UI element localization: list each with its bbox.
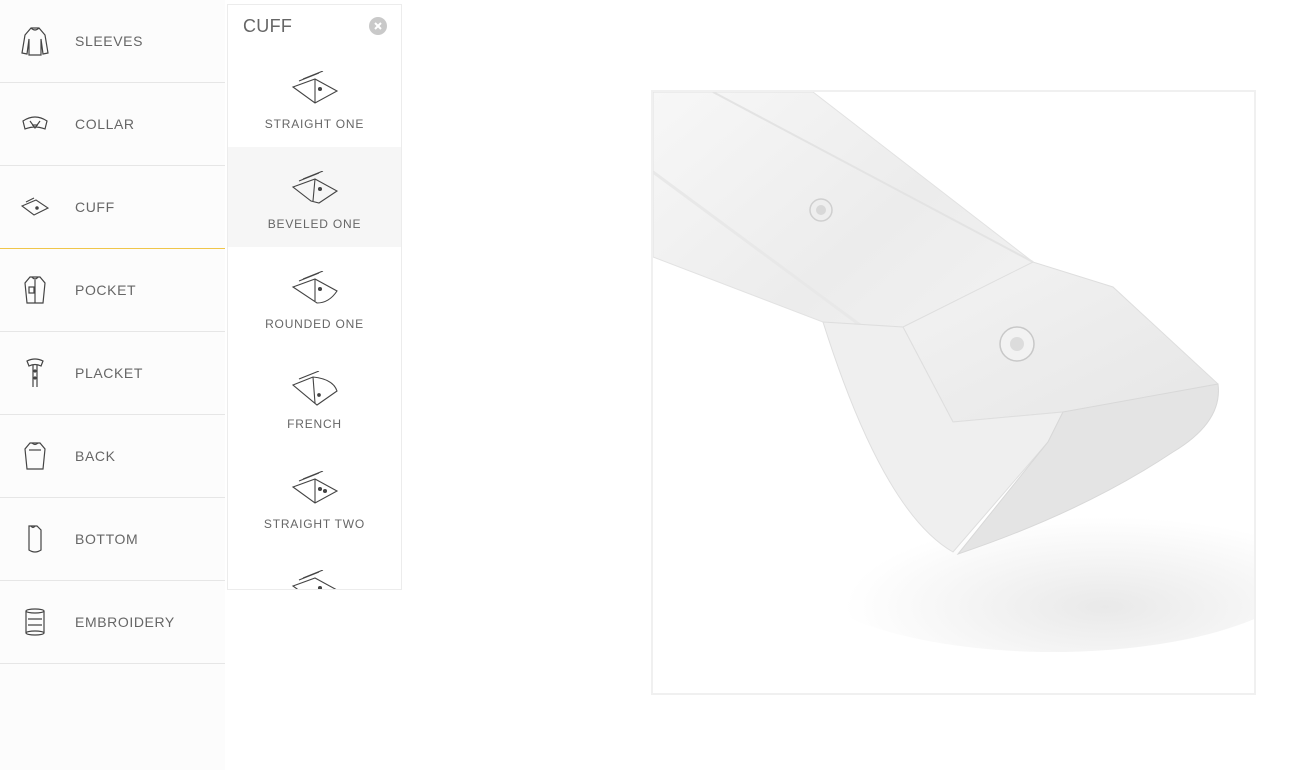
option-label: ROUNDED ONE bbox=[265, 317, 364, 331]
menu-item-bottom[interactable]: BOTTOM bbox=[0, 498, 225, 581]
option-label: FRENCH bbox=[287, 417, 342, 431]
menu-item-collar[interactable]: COLLAR bbox=[0, 83, 225, 166]
menu-item-label: SLEEVES bbox=[75, 33, 144, 49]
option-label: STRAIGHT TWO bbox=[263, 517, 366, 531]
option-label: STRAIGHT ONE bbox=[264, 117, 365, 131]
embroidery-icon bbox=[20, 605, 50, 639]
menu-item-placket[interactable]: PLACKET bbox=[0, 332, 225, 415]
rounded-one-cuff-icon bbox=[289, 269, 341, 309]
menu-item-back[interactable]: BACK bbox=[0, 415, 225, 498]
cuff-option-rounded-one[interactable]: ROUNDED ONE bbox=[228, 247, 401, 347]
menu-item-embroidery[interactable]: EMBROIDERY bbox=[0, 581, 225, 664]
menu-item-label: PLACKET bbox=[75, 365, 143, 381]
menu-item-cuff[interactable]: CUFF bbox=[0, 166, 225, 249]
menu-item-label: BACK bbox=[75, 448, 116, 464]
close-icon[interactable] bbox=[369, 17, 387, 35]
cuff-option-straight-one[interactable]: STRAIGHT ONE bbox=[228, 47, 401, 147]
beveled-one-cuff-icon bbox=[289, 169, 341, 209]
cuff-option-straight-two[interactable]: STRAIGHT TWO bbox=[228, 447, 401, 547]
pocket-icon bbox=[20, 273, 50, 307]
panel-header: CUFF bbox=[228, 5, 401, 47]
french-cuff-icon bbox=[289, 369, 341, 409]
menu-item-sleeves[interactable]: SLEEVES bbox=[0, 0, 225, 83]
sleeves-icon bbox=[20, 24, 50, 58]
menu-item-pocket[interactable]: POCKET bbox=[0, 249, 225, 332]
cuff-icon bbox=[20, 190, 50, 224]
cuff-option-beveled-one[interactable]: BEVELED ONE bbox=[228, 147, 401, 247]
placket-icon bbox=[20, 356, 50, 390]
menu-item-label: COLLAR bbox=[75, 116, 135, 132]
cuff-options-panel: CUFF STRAIGHT ONE BEVELED ONE ROUNDED ON… bbox=[227, 4, 402, 590]
bottom-icon bbox=[20, 522, 50, 556]
customization-menu: SLEEVES COLLAR CUFF POCKET PLACKET BACK … bbox=[0, 0, 225, 770]
back-icon bbox=[20, 439, 50, 473]
cuff-option-french[interactable]: FRENCH bbox=[228, 347, 401, 447]
shirt-cuff-preview bbox=[651, 90, 1256, 695]
straight-two-cuff-icon bbox=[289, 469, 341, 509]
cuff-option-partial[interactable] bbox=[228, 547, 401, 589]
panel-title: CUFF bbox=[243, 15, 293, 36]
menu-item-label: CUFF bbox=[75, 199, 115, 215]
straight-one-cuff-icon bbox=[289, 69, 341, 109]
menu-item-label: EMBROIDERY bbox=[75, 614, 175, 630]
collar-icon bbox=[20, 107, 50, 141]
cuff-option-icon bbox=[289, 569, 341, 589]
menu-item-label: POCKET bbox=[75, 282, 137, 298]
option-label: BEVELED ONE bbox=[267, 217, 362, 231]
menu-item-label: BOTTOM bbox=[75, 531, 139, 547]
